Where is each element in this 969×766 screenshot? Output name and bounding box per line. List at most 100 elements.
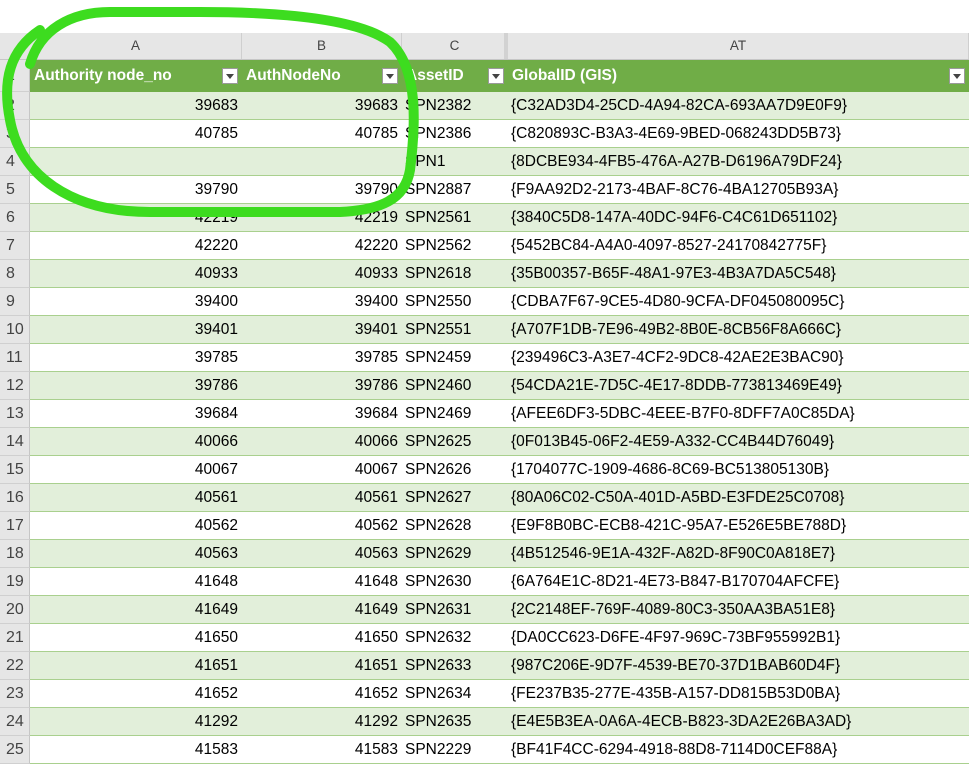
global-id-cell[interactable]: {987C206E-9D7F-4539-BE70-37D1BAB60D4F} — [508, 652, 969, 679]
asset-id-cell[interactable]: SPN2631 — [402, 596, 508, 623]
auth-node-cell[interactable]: 42219 — [242, 204, 402, 231]
chevron-down-icon[interactable] — [949, 68, 965, 84]
asset-id-cell[interactable]: SPN2633 — [402, 652, 508, 679]
global-id-cell[interactable]: {AFEE6DF3-5DBC-4EEE-B7F0-8DFF7A0C85DA} — [508, 400, 969, 427]
authority-node-cell[interactable]: 39684 — [30, 400, 242, 427]
authority-node-cell[interactable]: 41649 — [30, 596, 242, 623]
asset-id-cell[interactable]: SPN1 — [402, 148, 508, 175]
auth-node-cell[interactable]: 41649 — [242, 596, 402, 623]
auth-node-cell[interactable]: 40785 — [242, 120, 402, 147]
asset-id-cell[interactable]: SPN2561 — [402, 204, 508, 231]
global-id-cell[interactable]: {4B512546-9E1A-432F-A82D-8F90C0A818E7} — [508, 540, 969, 567]
row-number[interactable]: 9 — [0, 288, 30, 316]
authority-node-cell[interactable]: 40563 — [30, 540, 242, 567]
global-id-cell[interactable]: {E4E5B3EA-0A6A-4ECB-B823-3DA2E26BA3AD} — [508, 708, 969, 735]
row-number[interactable]: 16 — [0, 484, 30, 512]
row-number[interactable]: 14 — [0, 428, 30, 456]
global-id-cell[interactable]: {5452BC84-A4A0-4097-8527-24170842775F} — [508, 232, 969, 259]
chevron-down-icon[interactable] — [488, 68, 504, 84]
authority-node-cell[interactable]: 40933 — [30, 260, 242, 287]
global-id-cell[interactable]: {CDBA7F67-9CE5-4D80-9CFA-DF045080095C} — [508, 288, 969, 315]
asset-id-cell[interactable]: SPN2632 — [402, 624, 508, 651]
column-header-c[interactable]: C — [402, 33, 508, 59]
global-id-cell[interactable]: {1704077C-1909-4686-8C69-BC513805130B} — [508, 456, 969, 483]
asset-id-cell[interactable]: SPN2634 — [402, 680, 508, 707]
table-row[interactable]: 40067 40067 SPN2626 {1704077C-1909-4686-8C6… — [30, 456, 969, 484]
row-number[interactable]: 20 — [0, 596, 30, 624]
global-id-cell[interactable]: {A707F1DB-7E96-49B2-8B0E-8CB56F8A666C} — [508, 316, 969, 343]
auth-node-cell[interactable]: 40562 — [242, 512, 402, 539]
global-id-cell[interactable]: {8DCBE934-4FB5-476A-A27B-D6196A79DF24} — [508, 148, 969, 175]
global-id-cell[interactable]: {6A764E1C-8D21-4E73-B847-B170704AFCFE} — [508, 568, 969, 595]
authority-node-cell[interactable]: 40066 — [30, 428, 242, 455]
authority-node-cell[interactable]: 41292 — [30, 708, 242, 735]
table-row[interactable]: 42220 42220 SPN2562 {5452BC84-A4A0-4097-852… — [30, 232, 969, 260]
asset-id-cell[interactable]: SPN2562 — [402, 232, 508, 259]
auth-node-cell[interactable]: 39790 — [242, 176, 402, 203]
authority-node-cell[interactable]: 41652 — [30, 680, 242, 707]
table-row[interactable]: 39790 39790 SPN2887 {F9AA92D2-2173-4BAF-8C7… — [30, 176, 969, 204]
auth-node-cell[interactable]: 41292 — [242, 708, 402, 735]
auth-node-cell[interactable] — [242, 148, 402, 175]
table-row[interactable]: 40563 40563 SPN2629 {4B512546-9E1A-432F-A82… — [30, 540, 969, 568]
auth-node-cell[interactable]: 41650 — [242, 624, 402, 651]
column-header-a[interactable]: A — [30, 33, 242, 59]
table-row[interactable]: 41648 41648 SPN2630 {6A764E1C-8D21-4E73-B84… — [30, 568, 969, 596]
auth-node-cell[interactable]: 41583 — [242, 736, 402, 763]
row-number[interactable]: 8 — [0, 260, 30, 288]
auth-node-cell[interactable]: 39401 — [242, 316, 402, 343]
row-number[interactable]: 23 — [0, 680, 30, 708]
authority-node-cell[interactable]: 39786 — [30, 372, 242, 399]
asset-id-cell[interactable]: SPN2887 — [402, 176, 508, 203]
table-row[interactable]: 39683 39683 SPN2382 {C32AD3D4-25CD-4A94-82C… — [30, 92, 969, 120]
row-number[interactable]: 19 — [0, 568, 30, 596]
global-id-cell[interactable]: {0F013B45-06F2-4E59-A332-CC4B44D76049} — [508, 428, 969, 455]
table-row[interactable]: 42219 42219 SPN2561 {3840C5D8-147A-40DC-94F… — [30, 204, 969, 232]
global-id-cell[interactable]: {F9AA92D2-2173-4BAF-8C76-4BA12705B93A} — [508, 176, 969, 203]
global-id-cell[interactable]: {C820893C-B3A3-4E69-9BED-068243DD5B73} — [508, 120, 969, 147]
asset-id-cell[interactable]: SPN2386 — [402, 120, 508, 147]
authority-node-cell[interactable]: 42219 — [30, 204, 242, 231]
auth-node-cell[interactable]: 39683 — [242, 92, 402, 119]
row-number[interactable]: 12 — [0, 372, 30, 400]
row-number[interactable]: 2 — [0, 92, 30, 120]
authority-node-cell[interactable]: 39400 — [30, 288, 242, 315]
auth-node-cell[interactable]: 39786 — [242, 372, 402, 399]
auth-node-cell[interactable]: 40067 — [242, 456, 402, 483]
auth-node-cell[interactable]: 40066 — [242, 428, 402, 455]
asset-id-cell[interactable]: SPN2626 — [402, 456, 508, 483]
global-id-cell[interactable]: {54CDA21E-7D5C-4E17-8DDB-773813469E49} — [508, 372, 969, 399]
authority-node-cell[interactable]: 42220 — [30, 232, 242, 259]
authority-node-cell[interactable]: 40561 — [30, 484, 242, 511]
chevron-down-icon[interactable] — [382, 68, 398, 84]
global-id-cell[interactable]: {35B00357-B65F-48A1-97E3-4B3A7DA5C548} — [508, 260, 969, 287]
asset-id-cell[interactable]: SPN2627 — [402, 484, 508, 511]
global-id-cell[interactable]: {DA0CC623-D6FE-4F97-969C-73BF955992B1} — [508, 624, 969, 651]
auth-node-cell[interactable]: 40561 — [242, 484, 402, 511]
global-id-cell[interactable]: {FE237B35-277E-435B-A157-DD815B53D0BA} — [508, 680, 969, 707]
asset-id-cell[interactable]: SPN2459 — [402, 344, 508, 371]
asset-id-cell[interactable]: SPN2635 — [402, 708, 508, 735]
row-number[interactable]: 7 — [0, 232, 30, 260]
authority-node-cell[interactable]: 41648 — [30, 568, 242, 595]
table-row[interactable]: 40785 40785 SPN2386 {C820893C-B3A3-4E69-9BE… — [30, 120, 969, 148]
global-id-cell[interactable]: {2C2148EF-769F-4089-80C3-350AA3BA51E8} — [508, 596, 969, 623]
asset-id-cell[interactable]: SPN2630 — [402, 568, 508, 595]
table-row[interactable]: 41650 41650 SPN2632 {DA0CC623-D6FE-4F97-969… — [30, 624, 969, 652]
row-number[interactable]: 1 — [0, 60, 30, 92]
asset-id-cell[interactable]: SPN2382 — [402, 92, 508, 119]
asset-id-cell[interactable]: SPN2618 — [402, 260, 508, 287]
table-row[interactable]: SPN1 {8DCBE934-4FB5-476A-A27B-D6196A79DF2… — [30, 148, 969, 176]
asset-id-cell[interactable]: SPN2550 — [402, 288, 508, 315]
asset-id-cell[interactable]: SPN2460 — [402, 372, 508, 399]
table-row[interactable]: 41292 41292 SPN2635 {E4E5B3EA-0A6A-4ECB-B82… — [30, 708, 969, 736]
table-row[interactable]: 39684 39684 SPN2469 {AFEE6DF3-5DBC-4EEE-B7F… — [30, 400, 969, 428]
authority-node-cell[interactable]: 39401 — [30, 316, 242, 343]
table-row[interactable]: 39400 39400 SPN2550 {CDBA7F67-9CE5-4D80-9CF… — [30, 288, 969, 316]
auth-node-cell[interactable]: 42220 — [242, 232, 402, 259]
hidden-columns-separator[interactable] — [504, 33, 508, 59]
auth-node-cell[interactable]: 41652 — [242, 680, 402, 707]
row-number[interactable]: 13 — [0, 400, 30, 428]
table-row[interactable]: 40066 40066 SPN2625 {0F013B45-06F2-4E59-A33… — [30, 428, 969, 456]
authority-node-cell[interactable]: 41650 — [30, 624, 242, 651]
